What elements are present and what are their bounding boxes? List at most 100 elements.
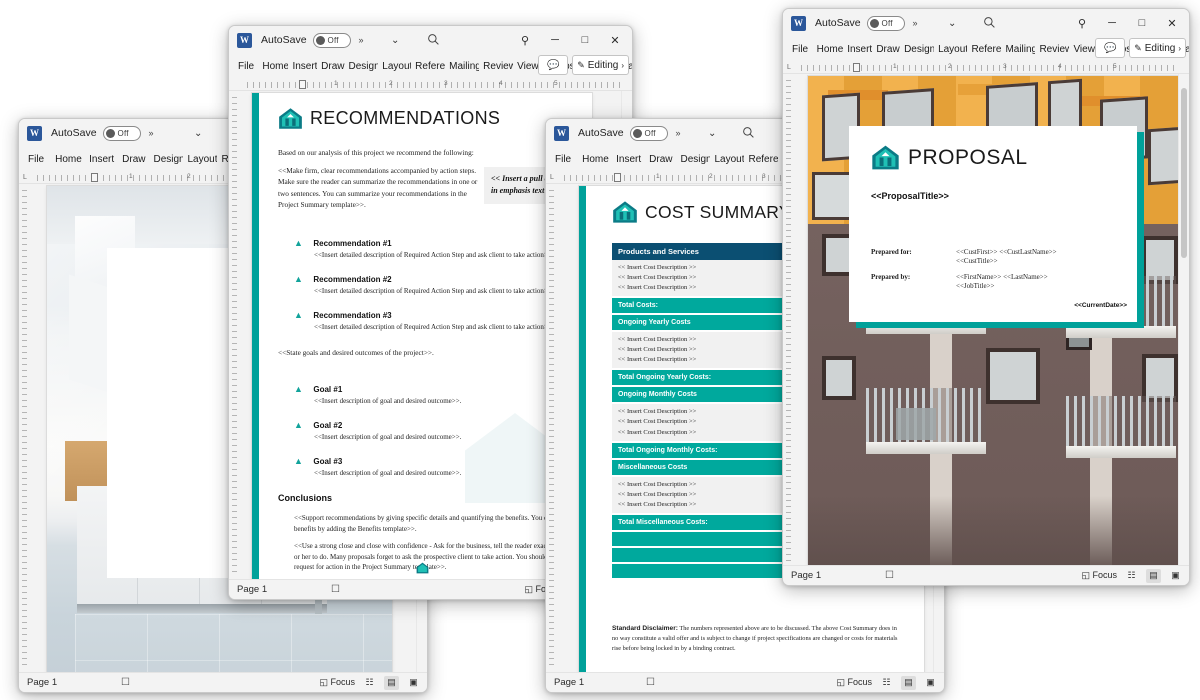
ribbon-tab-home[interactable]: Home: [813, 42, 844, 57]
read-mode-icon[interactable]: ☷: [1124, 569, 1139, 583]
comments-button[interactable]: 💬: [538, 55, 569, 75]
ribbon-tab-mailings[interactable]: Mailings: [445, 59, 479, 74]
ribbon-tab-design[interactable]: Design: [345, 59, 379, 74]
titlebar[interactable]: W AutoSave Off » ⌄ ⚲ ─ □ ✕: [783, 9, 1189, 37]
account-icon[interactable]: ⚲: [1067, 10, 1097, 36]
ribbon-right-group[interactable]: 💬 ✎ Editing ›: [538, 55, 629, 75]
overflow-icon[interactable]: »: [359, 35, 364, 45]
prepared-by-value[interactable]: <<FirstName>> <<LastName>>: [956, 273, 1048, 281]
ribbon-tab-references[interactable]: References: [744, 152, 778, 167]
ribbon-tab-draw[interactable]: Draw: [645, 152, 676, 167]
document-page[interactable]: RECOMMENDATIONS Based on our analysis of…: [252, 93, 592, 579]
status-page-number[interactable]: Page 1: [554, 677, 584, 688]
focus-mode-button[interactable]: ◱ Focus: [319, 677, 355, 688]
minimize-button[interactable]: ─: [540, 27, 570, 53]
page-scroll-region[interactable]: PROPOSAL <<ProposalTitle>> Prepared for:…: [794, 74, 1178, 565]
title-chevron-down-icon[interactable]: ⌄: [948, 18, 956, 29]
window-controls[interactable]: ⚲ ─ □ ✕: [1067, 9, 1187, 37]
overflow-icon[interactable]: »: [676, 128, 681, 138]
maximize-button[interactable]: □: [570, 27, 600, 53]
prepared-for-value[interactable]: <<CustFirst>> <<CustLastName>>: [956, 248, 1057, 256]
search-icon[interactable]: [742, 126, 755, 144]
web-layout-icon[interactable]: ▣: [923, 676, 938, 690]
ribbon-tab-insert[interactable]: Insert: [288, 59, 317, 74]
overflow-icon[interactable]: »: [913, 18, 918, 28]
ribbon-tab-view[interactable]: View: [1069, 42, 1095, 57]
vertical-scrollbar[interactable]: [1178, 74, 1189, 565]
autosave-toggle[interactable]: Off: [866, 15, 905, 31]
ribbon-tab-layout[interactable]: Layout: [378, 59, 411, 74]
scrollbar-thumb[interactable]: [1181, 88, 1187, 258]
title-chevron-down-icon[interactable]: ⌄: [194, 128, 202, 139]
status-page-number[interactable]: Page 1: [27, 677, 57, 688]
ribbon-tab-mailings[interactable]: Mailings: [1001, 42, 1035, 57]
minimize-button[interactable]: ─: [1097, 10, 1127, 36]
read-mode-icon[interactable]: ☷: [879, 676, 894, 690]
editing-mode-button[interactable]: ✎ Editing ›: [572, 55, 629, 75]
editing-mode-button[interactable]: ✎ Editing ›: [1129, 38, 1186, 58]
ribbon-tabs[interactable]: File Home Insert Draw Design Layout Refe…: [783, 37, 1189, 61]
web-layout-icon[interactable]: ▣: [1168, 569, 1183, 583]
print-layout-icon[interactable]: ▤: [1146, 568, 1161, 583]
ribbon-tab-insert[interactable]: Insert: [85, 152, 118, 167]
status-page-number[interactable]: Page 1: [237, 584, 267, 595]
ribbon-tab-insert[interactable]: Insert: [843, 42, 872, 57]
autosave-toggle[interactable]: Off: [102, 125, 141, 141]
accessibility-checker-icon[interactable]: ☐: [121, 677, 130, 688]
autosave-toggle[interactable]: Off: [629, 125, 668, 141]
print-layout-icon[interactable]: ▤: [384, 675, 399, 690]
close-button[interactable]: ✕: [600, 27, 630, 53]
accessibility-checker-icon[interactable]: ☐: [331, 584, 340, 595]
ribbon-tab-file[interactable]: File: [25, 152, 51, 167]
prepared-for-title[interactable]: <<CustTitle>>: [956, 257, 998, 265]
accessibility-checker-icon[interactable]: ☐: [646, 677, 655, 688]
close-button[interactable]: ✕: [1157, 10, 1187, 36]
title-chevron-down-icon[interactable]: ⌄: [391, 35, 399, 46]
accessibility-checker-icon[interactable]: ☐: [885, 570, 894, 581]
ribbon-tab-review[interactable]: Review: [479, 59, 513, 74]
ribbon-tab-insert[interactable]: Insert: [612, 152, 645, 167]
maximize-button[interactable]: □: [1127, 10, 1157, 36]
ribbon-tab-draw[interactable]: Draw: [872, 42, 900, 57]
ribbon-tab-references[interactable]: References: [967, 42, 1001, 57]
ribbon-tab-home[interactable]: Home: [51, 152, 85, 167]
word-window-proposal-cover[interactable]: W AutoSave Off » ⌄ ⚲ ─ □ ✕ File Home Ins…: [782, 8, 1190, 586]
ribbon-tab-review[interactable]: Review: [1035, 42, 1069, 57]
ribbon-tab-file[interactable]: File: [235, 59, 258, 74]
autosave-toggle[interactable]: Off: [312, 32, 351, 48]
ribbon-right-group[interactable]: 💬 ✎ Editing ›: [1095, 38, 1186, 58]
ribbon-tab-layout[interactable]: Layout: [710, 152, 744, 167]
comments-button[interactable]: 💬: [1095, 38, 1126, 58]
ribbon-tab-layout[interactable]: Layout: [934, 42, 967, 57]
ribbon-tab-design[interactable]: Design: [676, 152, 710, 167]
prepared-by-title[interactable]: <<JobTitle>>: [956, 282, 995, 290]
ribbon-tab-view[interactable]: View: [513, 59, 539, 74]
account-icon[interactable]: ⚲: [510, 27, 540, 53]
ribbon-tab-file[interactable]: File: [789, 42, 813, 57]
print-layout-icon[interactable]: ▤: [901, 675, 916, 690]
ribbon-tab-file[interactable]: File: [552, 152, 578, 167]
focus-mode-button[interactable]: ◱ Focus: [836, 677, 872, 688]
ribbon-tab-design[interactable]: Design: [900, 42, 934, 57]
current-date-placeholder[interactable]: <<CurrentDate>>: [1074, 302, 1127, 309]
ribbon-tabs[interactable]: File Home Insert Draw Design Layout Refe…: [229, 54, 632, 78]
ribbon-tab-home[interactable]: Home: [258, 59, 288, 74]
overflow-icon[interactable]: »: [149, 128, 154, 138]
read-mode-icon[interactable]: ☷: [362, 676, 377, 690]
focus-mode-button[interactable]: ◱ Focus: [1081, 570, 1117, 581]
ribbon-tab-draw[interactable]: Draw: [118, 152, 149, 167]
ribbon-tab-design[interactable]: Design: [149, 152, 183, 167]
search-icon[interactable]: [427, 33, 440, 51]
ribbon-tab-references[interactable]: References: [411, 59, 445, 74]
status-page-number[interactable]: Page 1: [791, 570, 821, 581]
window-controls[interactable]: ⚲ ─ □ ✕: [510, 26, 630, 54]
title-chevron-down-icon[interactable]: ⌄: [708, 128, 716, 139]
web-layout-icon[interactable]: ▣: [406, 676, 421, 690]
titlebar[interactable]: W AutoSave Off » ⌄ ⚲ ─ □ ✕: [229, 26, 632, 54]
document-page[interactable]: PROPOSAL <<ProposalTitle>> Prepared for:…: [808, 76, 1178, 565]
ribbon-tab-layout[interactable]: Layout: [183, 152, 217, 167]
ribbon-tab-draw[interactable]: Draw: [317, 59, 344, 74]
ribbon-tab-home[interactable]: Home: [578, 152, 612, 167]
proposal-title-placeholder[interactable]: <<ProposalTitle>>: [871, 191, 949, 201]
search-icon[interactable]: [983, 16, 996, 34]
